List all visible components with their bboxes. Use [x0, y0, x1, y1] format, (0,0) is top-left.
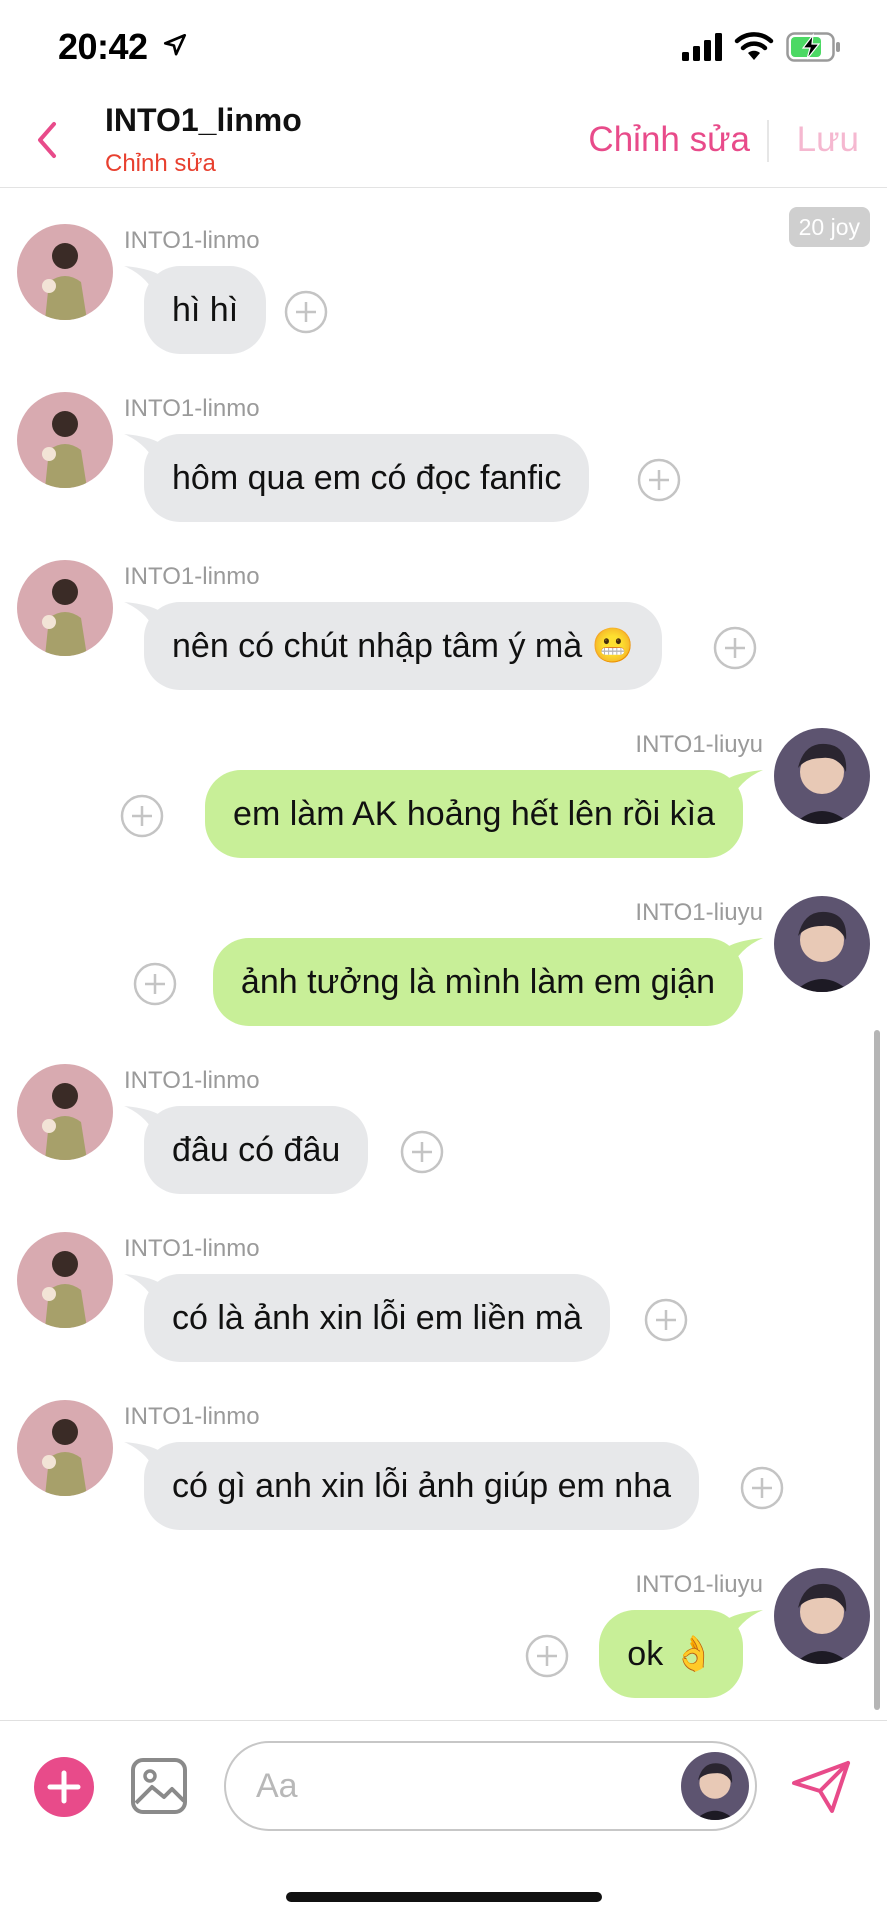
message-row: INTO1-liuyu ok 👌: [0, 1533, 887, 1703]
status-time: 20:42: [58, 26, 148, 67]
back-chevron-icon[interactable]: [32, 118, 62, 162]
message-row: INTO1-linmo đâu có đâu: [0, 1029, 887, 1199]
message-bubble[interactable]: hì hì: [144, 266, 267, 354]
message-row: INTO1-linmo có là ảnh xin lỗi em liền mà: [0, 1197, 887, 1367]
react-plus-icon[interactable]: [284, 290, 328, 334]
plus-icon: [47, 1770, 81, 1804]
save-button[interactable]: Lưu: [797, 120, 859, 160]
sender-name: INTO1-linmo: [124, 1235, 260, 1262]
message-bubble[interactable]: ảnh tưởng là mình làm em giận: [212, 938, 743, 1026]
wifi-icon: [734, 32, 774, 60]
sender-name: INTO1-liuyu: [635, 1571, 763, 1598]
location-arrow-icon: [163, 33, 187, 56]
input-sender-avatar[interactable]: [681, 1752, 749, 1820]
message-bubble[interactable]: có là ảnh xin lỗi em liền mà: [144, 1274, 611, 1362]
sender-avatar[interactable]: [17, 392, 113, 488]
sender-avatar[interactable]: [17, 224, 113, 320]
react-plus-icon[interactable]: [740, 1466, 784, 1510]
message-row: INTO1-liuyu ảnh tưởng là mình làm em giậ…: [0, 861, 887, 1031]
message-row: INTO1-linmo có gì anh xin lỗi ảnh giúp e…: [0, 1365, 887, 1535]
sender-name: INTO1-linmo: [124, 227, 260, 254]
sender-avatar[interactable]: [17, 1232, 113, 1328]
message-row: INTO1-linmo nên có chút nhập tâm ý mà 😬: [0, 525, 887, 695]
home-indicator: [286, 1892, 602, 1902]
message-bubble[interactable]: hôm qua em có đọc fanfic: [144, 434, 590, 522]
react-plus-icon[interactable]: [644, 1298, 688, 1342]
image-gallery-icon[interactable]: [130, 1757, 188, 1815]
message-bubble[interactable]: đâu có đâu: [144, 1106, 369, 1194]
message-list[interactable]: 20 joy INTO1-linmo hì hì INTO1-linmo hôm…: [0, 189, 887, 1719]
composer-bar: [0, 1720, 887, 1860]
message-bubble[interactable]: ok 👌: [599, 1610, 743, 1698]
react-plus-icon[interactable]: [133, 962, 177, 1006]
sender-avatar[interactable]: [774, 1568, 870, 1664]
message-input-wrapper[interactable]: [224, 1741, 757, 1831]
sender-name: INTO1-liuyu: [635, 899, 763, 926]
message-input[interactable]: [256, 1743, 656, 1829]
header-divider: [767, 120, 769, 162]
react-plus-icon[interactable]: [713, 626, 757, 670]
sender-name: INTO1-linmo: [124, 563, 260, 590]
react-plus-icon[interactable]: [400, 1130, 444, 1174]
edit-button[interactable]: Chỉnh sửa: [588, 120, 750, 160]
message-bubble[interactable]: có gì anh xin lỗi ảnh giúp em nha: [144, 1442, 700, 1530]
react-plus-icon[interactable]: [525, 1634, 569, 1678]
message-bubble[interactable]: em làm AK hoảng hết lên rồi kìa: [205, 770, 743, 858]
add-button[interactable]: [34, 1757, 94, 1817]
react-plus-icon[interactable]: [637, 458, 681, 502]
sender-name: INTO1-linmo: [124, 1403, 260, 1430]
chat-title: INTO1_linmo: [105, 102, 302, 138]
chat-subtitle[interactable]: Chỉnh sửa: [105, 150, 216, 178]
scrollbar[interactable]: [874, 1030, 880, 1710]
sender-avatar[interactable]: [774, 728, 870, 824]
message-row: INTO1-linmo hôm qua em có đọc fanfic: [0, 357, 887, 527]
sender-avatar[interactable]: [17, 560, 113, 656]
message-bubble[interactable]: nên có chút nhập tâm ý mà 😬: [144, 602, 662, 690]
chat-header: INTO1_linmo Chỉnh sửa Chỉnh sửa Lưu: [0, 92, 887, 188]
send-icon[interactable]: [790, 1759, 852, 1815]
battery-charging-icon: [786, 32, 840, 62]
sender-name: INTO1-linmo: [124, 395, 260, 422]
message-row: INTO1-linmo hì hì: [0, 189, 887, 359]
sender-avatar[interactable]: [774, 896, 870, 992]
react-plus-icon[interactable]: [120, 794, 164, 838]
message-row: INTO1-liuyu em làm AK hoảng hết lên rồi …: [0, 693, 887, 863]
sender-name: INTO1-liuyu: [635, 731, 763, 758]
sender-avatar[interactable]: [17, 1064, 113, 1160]
cellular-signal-icon: [682, 33, 722, 61]
status-bar: 20:42: [0, 0, 887, 92]
sender-avatar[interactable]: [17, 1400, 113, 1496]
sender-name: INTO1-linmo: [124, 1067, 260, 1094]
